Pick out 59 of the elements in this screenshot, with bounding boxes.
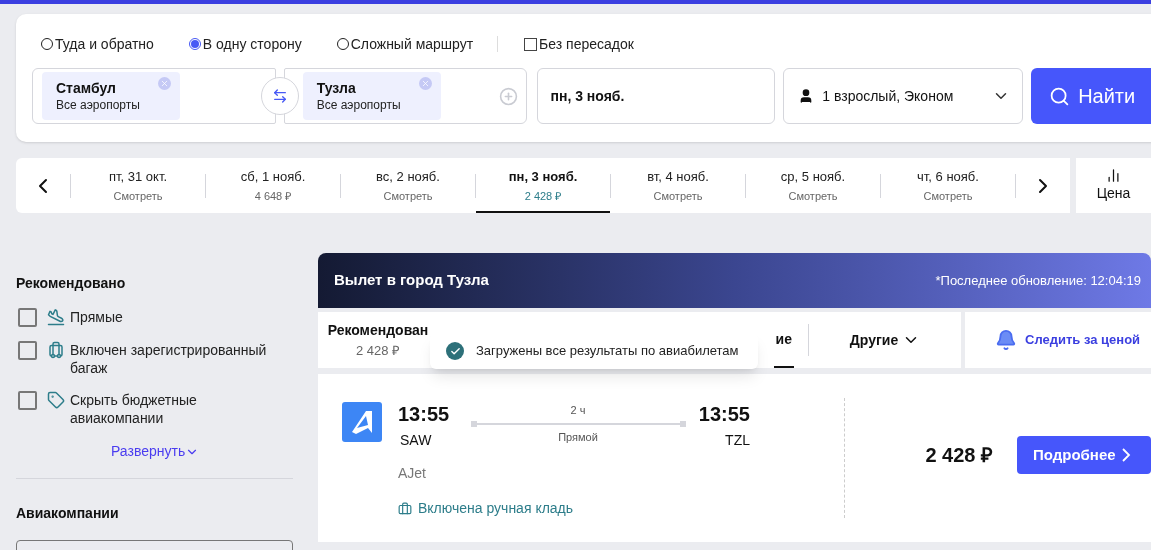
date-tab[interactable]: чт, 6 нояб. Смотреть: [881, 158, 1015, 213]
filter-heading: Авиакомпании: [16, 504, 120, 523]
bell-icon: [995, 329, 1017, 351]
airports-label: Все аэропорты: [316, 97, 402, 113]
trip-type-radio[interactable]: В одну сторону: [188, 33, 302, 55]
passengers-field[interactable]: 1 взрослый, Эконом: [783, 68, 1024, 124]
luggage-icon: [47, 341, 65, 359]
sort-tab[interactable]: ие: [773, 312, 794, 368]
search-button[interactable]: Найти: [1031, 68, 1151, 124]
details-button[interactable]: Подробнее: [1017, 436, 1151, 474]
flight-price: 2 428 ₽: [925, 443, 993, 468]
tag-icon: [47, 391, 65, 409]
update-time: *Последнее обновление: 12:04:19: [935, 271, 1141, 290]
duration: 2 ч: [570, 403, 586, 418]
city-name: Тузла: [316, 79, 356, 97]
filter-label: Включен зарегистрированный багаж: [70, 341, 268, 377]
toast-message: Загружены все результаты по авиабилетам: [476, 342, 739, 361]
plane-icon: [47, 308, 65, 326]
filter-heading: Рекомендовано: [16, 274, 127, 293]
baggage-info: Включена ручная кладь: [418, 499, 574, 518]
date-field[interactable]: пн, 3 нояб.: [536, 68, 776, 124]
departure-time: 13:55: [398, 402, 451, 426]
date-tab[interactable]: пт, 31 окт. Смотреть: [71, 158, 205, 213]
bar-chart-icon: [1106, 167, 1121, 183]
nonstop-checkbox[interactable]: Без пересадок: [524, 33, 634, 55]
airports-label: Все аэропорты: [56, 97, 141, 113]
date-tab[interactable]: вс, 2 нояб. Смотреть: [341, 158, 475, 213]
destination-field[interactable]: Тузла Все аэропорты: [283, 68, 527, 124]
location-chip[interactable]: Стамбул Все аэропорты: [42, 72, 180, 120]
airline-name: AJet: [398, 464, 427, 483]
filter-checkbox[interactable]: [18, 341, 37, 360]
search-icon: [1049, 85, 1071, 107]
location-chip[interactable]: Тузла Все аэропорты: [302, 72, 441, 120]
arrival-time: 13:55: [698, 402, 750, 426]
date-tab[interactable]: пн, 3 нояб. 2 428 ₽: [476, 158, 610, 213]
price-view-button[interactable]: Цена: [1076, 158, 1151, 213]
swap-icon: [272, 88, 288, 104]
swap-button[interactable]: [261, 77, 299, 115]
trip-type-radio[interactable]: Туда и обратно: [41, 33, 154, 55]
arrival-code: TZL: [725, 431, 750, 450]
date-tab[interactable]: вт, 4 нояб. Смотреть: [611, 158, 745, 213]
departure-code: SAW: [400, 431, 433, 450]
origin-field[interactable]: Стамбул Все аэропорты: [32, 68, 276, 124]
filter-checkbox[interactable]: [18, 308, 37, 327]
filter-label: Скрыть бюджетные авиакомпании: [70, 391, 198, 427]
results-title: Вылет в город Тузла: [334, 270, 489, 291]
chevron-right-icon: [1121, 448, 1130, 462]
date-tab[interactable]: сб, 1 нояб. 4 648 ₽: [206, 158, 340, 213]
trip-type-radio[interactable]: Сложный маршрут: [336, 33, 474, 55]
airline-logo: [342, 402, 382, 442]
bag-icon: [398, 501, 412, 516]
city-name: Стамбул: [56, 79, 116, 97]
filter-label: Прямые: [70, 308, 123, 326]
stops-label: Прямой: [558, 429, 598, 445]
expand-link[interactable]: Развернуть: [111, 441, 200, 462]
date-tab[interactable]: ср, 5 нояб. Смотреть: [746, 158, 880, 213]
price-watch-button[interactable]: Следить за ценой: [965, 312, 1151, 368]
filter-checkbox[interactable]: [18, 391, 37, 410]
check-icon: [446, 342, 464, 360]
